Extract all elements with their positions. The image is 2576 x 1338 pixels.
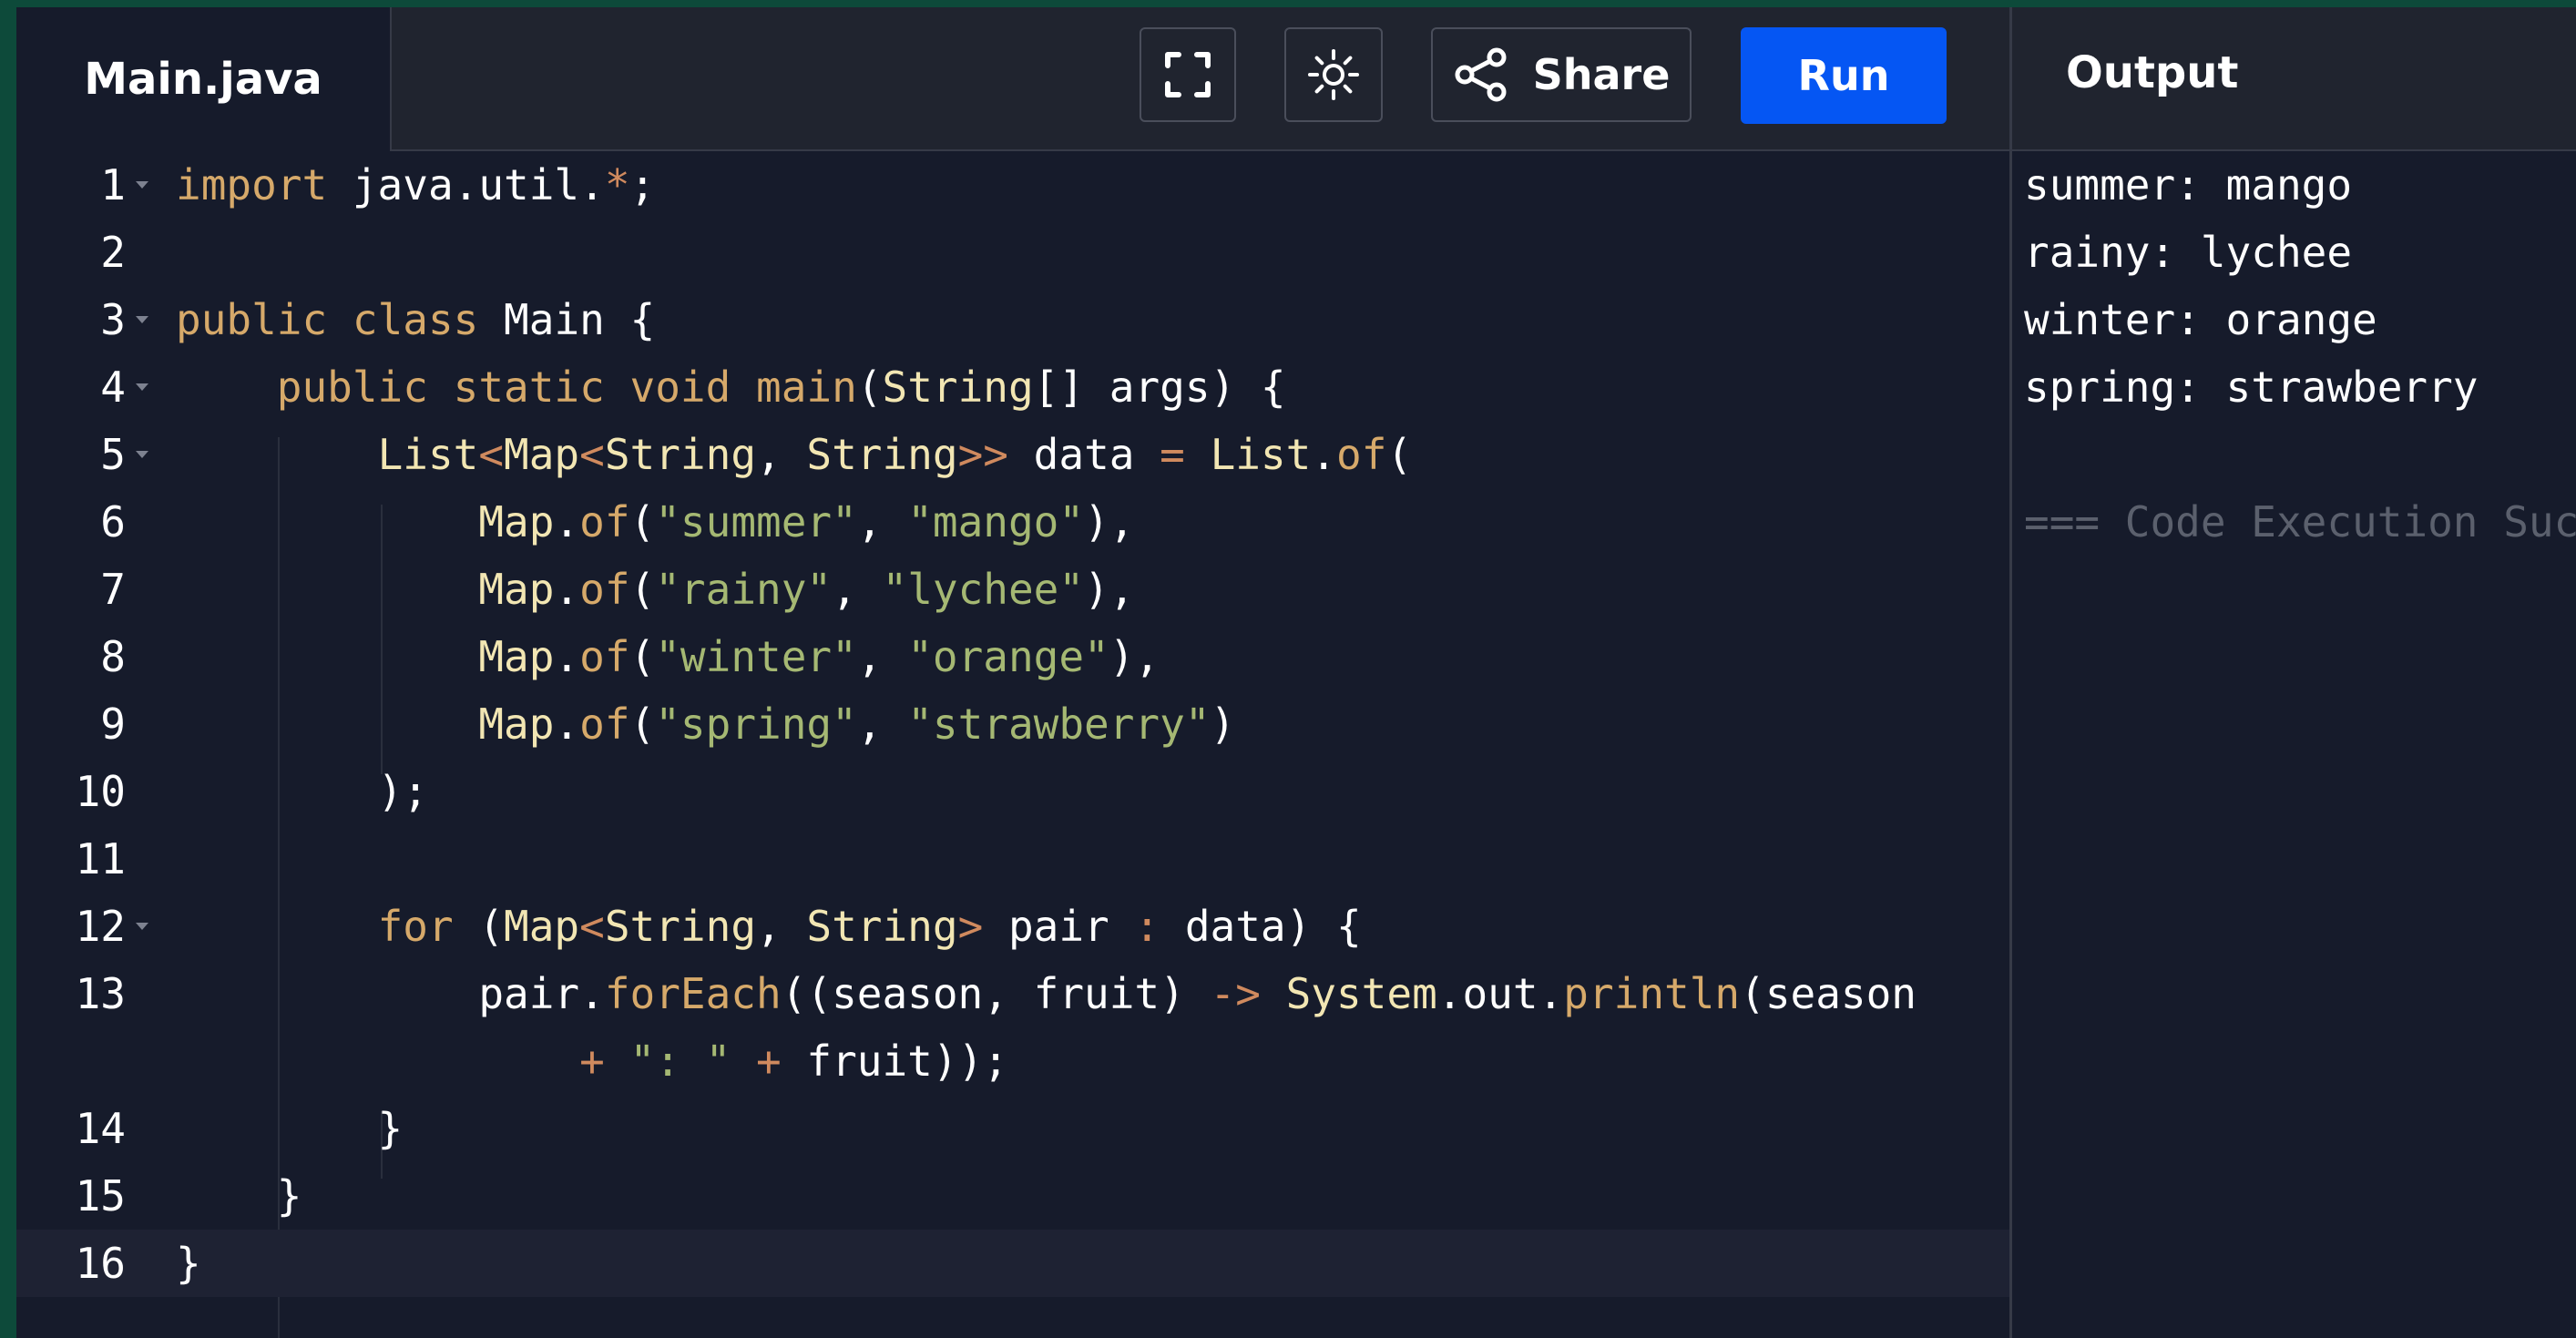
code-line-active[interactable]: 16 } [16,1230,2009,1297]
line-number: 5 [100,430,126,479]
share-label: Share [1532,50,1671,99]
fold-arrow-icon[interactable] [136,923,148,930]
code-text: Map.of("rainy", "lychee"), [478,565,1135,614]
code-line[interactable]: 3 public class Main { [16,286,2009,353]
line-number: 7 [100,565,126,614]
toolbar: Main.java Share Run Output [16,7,2576,151]
line-number: 3 [100,295,126,344]
code-line[interactable]: + ": " + fruit)); [16,1027,2009,1095]
compiler-app: Main.java Share Run Output 1 import java… [16,7,2576,1338]
file-tab[interactable]: Main.java [16,7,392,151]
code-line[interactable]: 9 Map.of("spring", "strawberry") [16,690,2009,758]
code-text: Map.of("summer", "mango"), [478,497,1135,546]
line-number: 14 [75,1104,126,1153]
code-line[interactable]: 6 Map.of("summer", "mango"), [16,488,2009,556]
fold-arrow-icon[interactable] [136,316,148,323]
code-text: for (Map<String, String> pair : data) { [377,902,1362,951]
code-text: List<Map<String, String>> data = List.of… [377,430,1413,479]
code-line[interactable]: 13 pair.forEach((season, fruit) -> Syste… [16,960,2009,1027]
fullscreen-button[interactable] [1140,27,1236,122]
output-line: summer: mango [2024,160,2353,209]
output-line: rainy: lychee [2024,228,2353,277]
run-button[interactable]: Run [1741,27,1947,124]
code-text: public class Main { [176,295,656,344]
code-line[interactable]: 12 for (Map<String, String> pair : data)… [16,893,2009,960]
code-text: } [176,1239,201,1288]
output-title: Output [2066,47,2239,98]
share-icon [1455,47,1507,102]
code-line[interactable]: 1 import java.util.*; [16,151,2009,219]
code-text: Map.of("winter", "orange"), [478,632,1160,681]
line-number: 16 [75,1239,126,1288]
line-number: 2 [100,228,126,277]
share-button[interactable]: Share [1431,27,1692,122]
code-line[interactable]: 4 public static void main(String[] args)… [16,353,2009,421]
sun-icon [1308,49,1359,100]
code-line[interactable]: 2 [16,219,2009,286]
line-number: 9 [100,700,126,749]
code-line[interactable]: 15 } [16,1162,2009,1230]
code-line[interactable]: 14 } [16,1095,2009,1162]
fold-arrow-icon[interactable] [136,451,148,458]
line-number: 6 [100,497,126,546]
line-number: 8 [100,632,126,681]
line-number: 12 [75,902,126,951]
line-number: 15 [75,1171,126,1221]
theme-toggle-button[interactable] [1284,27,1383,122]
fold-arrow-icon[interactable] [136,383,148,391]
code-line[interactable]: 8 Map.of("winter", "orange"), [16,623,2009,690]
fullscreen-icon [1165,52,1211,97]
code-text: pair.forEach((season, fruit) -> System.o… [176,969,1917,1018]
code-line[interactable]: 7 Map.of("rainy", "lychee"), [16,556,2009,623]
line-number: 10 [75,767,126,816]
code-text: public static void main(String[] args) { [276,363,1286,412]
line-number: 11 [75,834,126,883]
line-number: 13 [75,969,126,1018]
code-text: Map.of("spring", "strawberry") [478,700,1236,749]
code-text: } [176,1171,302,1221]
output-panel[interactable]: summer: mango rainy: lychee winter: oran… [2024,151,2576,1338]
code-text: ); [176,767,428,816]
panel-divider[interactable] [2009,7,2012,1338]
execution-status: === Code Execution Suc [2024,497,2576,546]
code-text: } [176,1104,404,1153]
code-line[interactable]: 11 [16,825,2009,893]
code-line[interactable]: 10 ); [16,758,2009,825]
output-line: spring: strawberry [2024,363,2479,412]
line-number: 1 [100,160,126,209]
output-line: winter: orange [2024,295,2377,344]
code-line[interactable]: 5 List<Map<String, String>> data = List.… [16,421,2009,488]
code-editor[interactable]: 1 import java.util.*; 2 3 public class M… [16,151,2009,1338]
code-text: + ": " + fruit)); [579,1037,1008,1086]
line-number: 4 [100,363,126,412]
code-text: import java.util.*; [176,160,656,209]
fold-arrow-icon[interactable] [136,181,148,189]
